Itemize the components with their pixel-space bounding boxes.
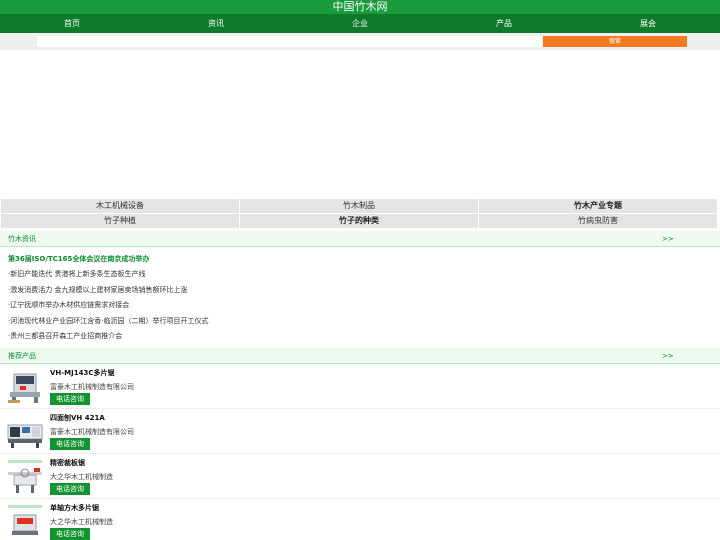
news-list: 第36届ISO/TC165全体会议在南京成功举办 ·新旧产能迭代 贵港将上新多条…	[0, 247, 720, 348]
product-item: 单轴方木多片锯 大之华木工机械制造 电话咨询	[0, 499, 720, 540]
category-pest-control[interactable]: 竹病虫防害	[479, 214, 717, 228]
product-company: 富豪木工机械制造有限公司	[50, 382, 134, 391]
products-section-header: 推荐产品 >>	[0, 347, 720, 364]
four-side-planer-image[interactable]	[6, 412, 44, 451]
product-name[interactable]: 精密裁板锯	[50, 458, 85, 468]
product-company: 大之华木工机械制造	[50, 517, 113, 526]
search-bar: 搜索	[0, 33, 720, 50]
product-name[interactable]: 四面刨VH 421A	[50, 413, 105, 423]
category-bamboo-products[interactable]: 竹木制品	[240, 199, 478, 213]
category-bamboo-planting[interactable]: 竹子种植	[1, 214, 239, 228]
phone-consult-button[interactable]: 电话咨询	[50, 527, 90, 540]
nav-companies[interactable]: 企业	[288, 14, 432, 33]
news-item[interactable]: ·激发消费活力 金九规模以上建材家居卖场销售额环比上涨	[0, 283, 720, 299]
news-section-header: 竹木资讯 >>	[0, 231, 720, 247]
search-input[interactable]	[37, 36, 542, 47]
nav-exhibitions[interactable]: 展会	[576, 14, 720, 33]
nav-products[interactable]: 产品	[432, 14, 576, 33]
news-item[interactable]: ·贵州三都县召开森工产业招商推介会	[0, 329, 720, 345]
product-item: VH-MJ143C多片锯 富豪木工机械制造有限公司 电话咨询	[0, 364, 720, 409]
product-item: 四面刨VH 421A 富豪木工机械制造有限公司 电话咨询	[0, 409, 720, 454]
single-shaft-saw-image[interactable]	[6, 502, 44, 540]
multi-blade-saw-image[interactable]	[6, 367, 44, 406]
products-more-link[interactable]: >>	[662, 348, 674, 364]
product-list: VH-MJ143C多片锯 富豪木工机械制造有限公司 电话咨询 四面刨VH 421…	[0, 364, 720, 540]
phone-consult-button[interactable]: 电话咨询	[50, 392, 90, 405]
news-item[interactable]: ·河池现代林业产业园环江含香·临沥园（二期）举行项目开工仪式	[0, 314, 720, 330]
banner-area	[0, 50, 720, 199]
phone-consult-button[interactable]: 电话咨询	[50, 482, 90, 495]
panel-saw-image[interactable]	[6, 457, 44, 496]
news-section-title: 竹木资讯	[8, 235, 36, 243]
news-featured-item[interactable]: 第36届ISO/TC165全体会议在南京成功举办	[0, 251, 720, 267]
product-item: 精密裁板锯 大之华木工机械制造 电话咨询	[0, 454, 720, 499]
products-section-title: 推荐产品	[8, 351, 36, 360]
product-company: 大之华木工机械制造	[50, 472, 113, 481]
news-item[interactable]: ·新旧产能迭代 贵港将上新多条生态板生产线	[0, 267, 720, 283]
category-woodworking-machinery[interactable]: 木工机械设备	[1, 199, 239, 213]
main-nav: 首页 资讯 企业 产品 展会	[0, 14, 720, 33]
product-name[interactable]: 单轴方木多片锯	[50, 503, 99, 513]
phone-consult-button[interactable]: 电话咨询	[50, 437, 90, 450]
product-name[interactable]: VH-MJ143C多片锯	[50, 368, 115, 378]
category-industry-topics[interactable]: 竹木产业专题	[479, 199, 717, 213]
category-bamboo-species[interactable]: 竹子的种类	[240, 214, 478, 228]
news-item[interactable]: ·辽宁抚顺市举办木材供应链需求对接会	[0, 298, 720, 314]
nav-news[interactable]: 资讯	[144, 14, 288, 33]
nav-home[interactable]: 首页	[0, 14, 144, 33]
product-company: 富豪木工机械制造有限公司	[50, 427, 134, 436]
search-button[interactable]: 搜索	[543, 36, 687, 47]
category-grid: 木工机械设备 竹木制品 竹木产业专题 竹子种植 竹子的种类 竹病虫防害	[0, 199, 720, 228]
page: 中国竹木网 首页 资讯 企业 产品 展会 搜索 木工机械设备 竹木制品 竹木产业…	[0, 0, 720, 540]
site-title: 中国竹木网	[0, 0, 720, 14]
news-more-link[interactable]: >>	[662, 231, 674, 247]
